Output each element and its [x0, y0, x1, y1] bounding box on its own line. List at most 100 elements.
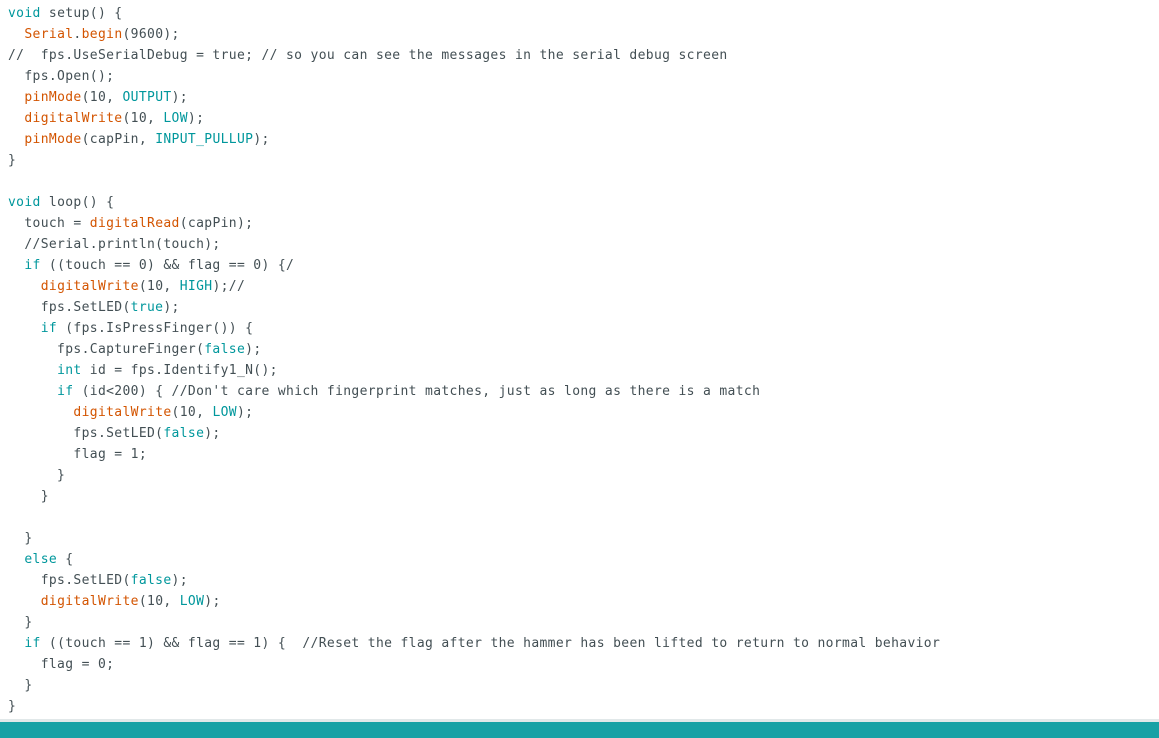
- code-line[interactable]: flag = 1;: [8, 444, 147, 465]
- code-line[interactable]: else {: [8, 549, 73, 570]
- code-line[interactable]: fps.Open();: [8, 66, 114, 87]
- code-line[interactable]: digitalWrite(10, HIGH);//: [8, 276, 245, 297]
- code-text: id = fps.Identify1_N();: [81, 363, 278, 378]
- code-keyword: void: [8, 195, 41, 210]
- code-text: );: [171, 573, 188, 588]
- code-text: (10,: [122, 111, 164, 126]
- code-text: flag = 0;: [8, 657, 115, 672]
- code-constant: HIGH: [179, 279, 213, 294]
- code-text: );: [171, 90, 188, 105]
- code-text: (10,: [138, 279, 180, 294]
- code-text: fps.Open();: [8, 69, 115, 84]
- code-line[interactable]: fps.CaptureFinger(false);: [8, 339, 262, 360]
- code-keyword: void: [8, 6, 41, 21]
- code-text: );: [253, 132, 270, 147]
- code-line[interactable]: pinMode(capPin, INPUT_PULLUP);: [8, 129, 270, 150]
- code-line[interactable]: }: [8, 675, 33, 696]
- code-line[interactable]: // fps.UseSerialDebug = true; // so you …: [8, 45, 728, 66]
- code-line[interactable]: Serial.begin(9600);: [8, 24, 180, 45]
- code-text: (fps.IsPressFinger()) {: [57, 321, 254, 336]
- code-constant: true: [130, 300, 164, 315]
- code-line[interactable]: pinMode(10, OUTPUT);: [8, 87, 188, 108]
- code-text: );//: [212, 279, 246, 294]
- code-line[interactable]: fps.SetLED(false);: [8, 570, 188, 591]
- code-constant: LOW: [163, 111, 188, 126]
- code-constant: LOW: [179, 594, 205, 609]
- code-line[interactable]: fps.SetLED(false);: [8, 423, 221, 444]
- code-line[interactable]: }: [8, 696, 16, 717]
- code-text: (capPin);: [179, 216, 254, 231]
- code-line[interactable]: if ((touch == 0) && flag == 0) {/: [8, 255, 294, 276]
- code-text: (10,: [138, 594, 180, 609]
- code-line[interactable]: }: [8, 612, 33, 633]
- code-constant: OUTPUT: [122, 90, 172, 105]
- code-function: begin: [81, 27, 123, 42]
- code-text: fps.SetLED(: [8, 300, 131, 315]
- code-line[interactable]: }: [8, 150, 16, 171]
- code-constant: INPUT_PULLUP: [155, 132, 254, 147]
- code-line[interactable]: if (fps.IsPressFinger()) {: [8, 318, 253, 339]
- code-line[interactable]: //Serial.println(touch);: [8, 234, 221, 255]
- code-text: (9600);: [122, 27, 180, 42]
- code-line[interactable]: if (id<200) { //Don't care which fingerp…: [8, 381, 760, 402]
- code-text: ((touch == 1) && flag == 1) {: [40, 636, 303, 651]
- code-text: ((touch == 0) && flag == 0) {/: [40, 258, 295, 273]
- code-keyword: if: [24, 636, 41, 651]
- code-text: );: [204, 594, 221, 609]
- code-text: {: [57, 552, 74, 567]
- code-line[interactable]: touch = digitalRead(capPin);: [8, 213, 253, 234]
- code-keyword: if: [40, 321, 58, 336]
- code-text: }: [8, 678, 33, 693]
- code-text: fps.SetLED(: [8, 426, 164, 441]
- code-line[interactable]: fps.SetLED(true);: [8, 297, 180, 318]
- code-keyword: else: [24, 552, 58, 567]
- code-text: );: [187, 111, 205, 126]
- code-function: pinMode: [24, 132, 82, 147]
- code-comment: //Don't care which fingerprint matches, …: [171, 384, 761, 399]
- code-function: digitalWrite: [40, 594, 139, 609]
- code-text: (capPin,: [81, 132, 156, 147]
- code-text: }: [8, 615, 33, 630]
- code-line[interactable]: digitalWrite(10, LOW);: [8, 591, 221, 612]
- code-line[interactable]: }: [8, 465, 65, 486]
- code-line[interactable]: digitalWrite(10, LOW);: [8, 402, 253, 423]
- code-line[interactable]: if ((touch == 1) && flag == 1) { //Reset…: [8, 633, 940, 654]
- code-text: );: [245, 342, 262, 357]
- code-text: setup() {: [40, 6, 123, 21]
- code-text: (10,: [171, 405, 213, 420]
- code-line[interactable]: int id = fps.Identify1_N();: [8, 360, 278, 381]
- code-text: );: [163, 300, 180, 315]
- code-text: }: [8, 153, 17, 168]
- code-text: );: [204, 426, 221, 441]
- code-line[interactable]: flag = 0;: [8, 654, 114, 675]
- code-text: touch =: [8, 216, 90, 231]
- code-keyword: int: [57, 363, 82, 378]
- code-line[interactable]: void loop() {: [8, 192, 114, 213]
- code-line[interactable]: }: [8, 528, 33, 549]
- code-line[interactable]: digitalWrite(10, LOW);: [8, 108, 204, 129]
- code-function: digitalRead: [89, 216, 180, 231]
- code-line[interactable]: void setup() {: [8, 3, 123, 24]
- code-comment: // fps.UseSerialDebug = true; // so you …: [8, 48, 728, 63]
- code-constant: false: [130, 573, 172, 588]
- code-text: fps.SetLED(: [8, 573, 131, 588]
- status-bar: [0, 722, 1159, 738]
- code-function: digitalWrite: [24, 111, 123, 126]
- code-text: .: [73, 27, 82, 42]
- code-constant: false: [163, 426, 205, 441]
- code-text: }: [8, 531, 33, 546]
- code-text: flag = 1;: [8, 447, 148, 462]
- code-editor[interactable]: void setup() { Serial.begin(9600); // fps…: [0, 3, 1159, 719]
- code-line[interactable]: }: [8, 486, 49, 507]
